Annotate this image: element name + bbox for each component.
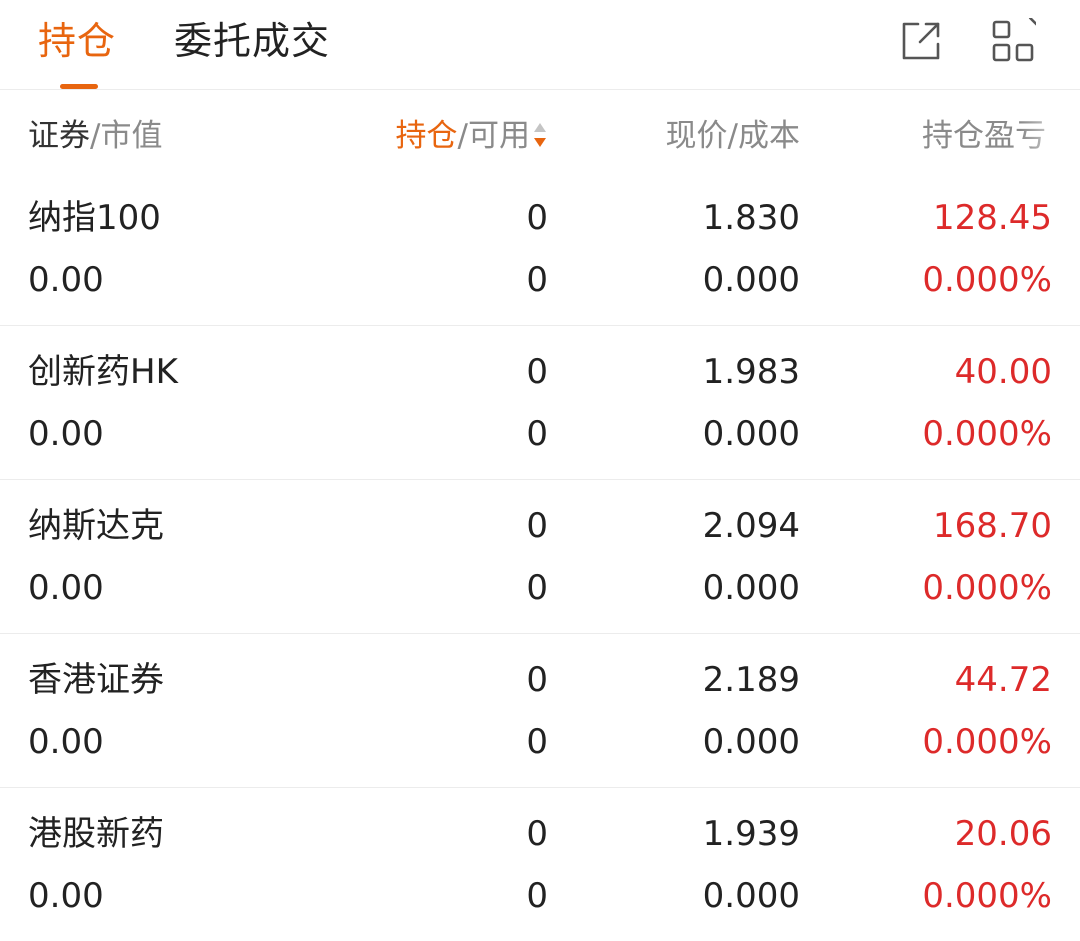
cost-price: 0.000 — [702, 876, 800, 916]
market-value: 0.00 — [28, 568, 104, 608]
tab-positions[interactable]: 持仓 — [38, 16, 116, 66]
position-pl: 20.06 — [954, 814, 1052, 854]
table-row[interactable]: 纳斯达克 0.00 0 0 2.094 0.000 168.70 0.000% — [0, 480, 1080, 634]
table-row[interactable]: 香港证券 0.00 0 0 2.189 0.000 44.72 0.000% — [0, 634, 1080, 788]
grid-icon[interactable] — [990, 18, 1036, 64]
market-value: 0.00 — [28, 414, 104, 454]
column-separator: / — [90, 118, 101, 154]
position-pl-percent: 0.000% — [922, 260, 1052, 300]
position-pl: 168.70 — [933, 506, 1052, 546]
security-name: 纳斯达克 — [28, 506, 164, 546]
current-price: 2.094 — [702, 506, 800, 546]
position-qty: 0 — [526, 814, 548, 854]
column-available-label: 可用 — [468, 118, 530, 154]
security-name: 香港证券 — [28, 660, 164, 700]
table-row[interactable]: 纳指100 0.00 0 0 1.830 0.000 128.45 0.000% — [0, 172, 1080, 326]
active-tab-indicator — [60, 84, 98, 89]
position-qty: 0 — [526, 352, 548, 392]
position-qty: 0 — [526, 660, 548, 700]
column-security-market-value[interactable]: 证券/市值 — [28, 116, 162, 156]
security-name: 创新药HK — [28, 352, 178, 392]
column-position-label: 持仓 — [395, 118, 458, 154]
external-link-icon[interactable] — [898, 18, 944, 64]
column-security-label: 证券 — [28, 118, 90, 154]
tab-bar: 持仓 委托成交 — [0, 0, 1080, 90]
position-qty: 0 — [526, 506, 548, 546]
security-name: 纳指100 — [28, 198, 161, 238]
security-name: 港股新药 — [28, 814, 164, 854]
available-qty: 0 — [526, 568, 548, 608]
column-market-value-label: 市值 — [100, 118, 163, 154]
position-pl-percent: 0.000% — [922, 722, 1052, 762]
available-qty: 0 — [526, 722, 548, 762]
positions-list: 纳指100 0.00 0 0 1.830 0.000 128.45 0.000%… — [0, 172, 1080, 941]
available-qty: 0 — [526, 260, 548, 300]
cost-price: 0.000 — [702, 260, 800, 300]
market-value: 0.00 — [28, 722, 104, 762]
current-price: 1.830 — [702, 198, 800, 238]
column-separator: / — [457, 118, 468, 154]
column-price-cost[interactable]: 现价/成本 — [666, 116, 800, 156]
cost-price: 0.000 — [702, 568, 800, 608]
tab-orders-trades[interactable]: 委托成交 — [174, 16, 330, 66]
available-qty: 0 — [526, 414, 548, 454]
sort-icon[interactable] — [532, 120, 548, 150]
position-pl: 128.45 — [933, 198, 1052, 238]
position-pl-percent: 0.000% — [922, 414, 1052, 454]
header-fade-overlay — [1020, 90, 1080, 170]
current-price: 2.189 — [702, 660, 800, 700]
position-pl-percent: 0.000% — [922, 876, 1052, 916]
position-qty: 0 — [526, 198, 548, 238]
cost-price: 0.000 — [702, 414, 800, 454]
available-qty: 0 — [526, 876, 548, 916]
market-value: 0.00 — [28, 260, 104, 300]
position-pl-percent: 0.000% — [922, 568, 1052, 608]
positions-screen: 持仓 委托成交 证券/市值 持仓/可用 现价/成本 持仓盈亏 纳指100 0.0… — [0, 0, 1080, 941]
market-value: 0.00 — [28, 876, 104, 916]
column-position-available[interactable]: 持仓/可用 — [396, 116, 548, 156]
column-header: 证券/市值 持仓/可用 现价/成本 持仓盈亏 — [0, 90, 1080, 180]
current-price: 1.939 — [702, 814, 800, 854]
current-price: 1.983 — [702, 352, 800, 392]
table-row[interactable]: 创新药HK 0.00 0 0 1.983 0.000 40.00 0.000% — [0, 326, 1080, 480]
table-row[interactable]: 港股新药 0.00 0 0 1.939 0.000 20.06 0.000% — [0, 788, 1080, 941]
position-pl: 40.00 — [954, 352, 1052, 392]
position-pl: 44.72 — [954, 660, 1052, 700]
cost-price: 0.000 — [702, 722, 800, 762]
